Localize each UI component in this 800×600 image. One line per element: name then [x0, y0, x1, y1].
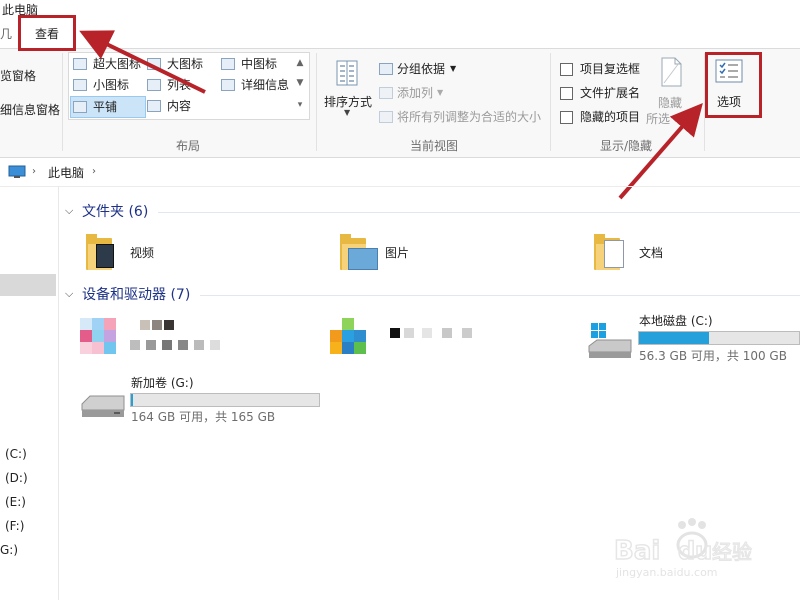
folders-section-header[interactable]: 文件夹 (6): [82, 205, 148, 219]
svg-text:du: du: [678, 537, 712, 565]
section-divider: [158, 212, 800, 213]
new-volume-g-space: 164 GB 可用，共 165 GB: [131, 410, 276, 424]
windows-drive-icon: [587, 322, 633, 360]
nav-drive-c[interactable]: (C:): [5, 448, 27, 460]
local-disk-c-usage-bar: [638, 331, 800, 345]
folder-documents[interactable]: 文档: [639, 247, 663, 259]
nav-selected-item[interactable]: [0, 274, 56, 296]
folder-videos[interactable]: 视频: [130, 247, 154, 259]
obscured-drive-item[interactable]: [80, 318, 230, 358]
collapse-devices-icon[interactable]: ⌵: [65, 288, 73, 299]
devices-section-header[interactable]: 设备和驱动器 (7): [82, 288, 190, 302]
usage-fill: [639, 332, 709, 344]
nav-drive-e[interactable]: (E:): [5, 496, 26, 508]
nav-drive-f[interactable]: (F:): [5, 520, 24, 532]
nav-drive-d[interactable]: (D:): [5, 472, 28, 484]
breadcrumb-chevron-icon: ›: [32, 166, 36, 177]
computer-icon: [8, 165, 26, 179]
svg-text:经验: 经验: [712, 540, 752, 564]
new-volume-g-usage-bar: [130, 393, 320, 407]
navigation-pane: (C:) (D:) (E:) (F:) G:): [0, 186, 59, 600]
address-bar[interactable]: › 此电脑 ›: [0, 160, 800, 187]
watermark-url: jingyan.baidu.com: [616, 566, 718, 579]
nav-drive-g[interactable]: G:): [0, 544, 18, 556]
local-disk-c-space: 56.3 GB 可用，共 100 GB: [639, 349, 787, 363]
breadcrumb-chevron-icon[interactable]: ›: [92, 167, 96, 177]
collapse-folders-icon[interactable]: ⌵: [65, 205, 73, 216]
svg-text:Bai: Bai: [614, 536, 660, 566]
section-divider: [200, 295, 800, 296]
usage-fill: [131, 394, 133, 406]
drive-icon: [80, 392, 126, 420]
folder-pictures[interactable]: 图片: [385, 247, 409, 259]
new-volume-g-name[interactable]: 新加卷 (G:): [131, 377, 194, 389]
pictures-folder-icon: [340, 234, 378, 270]
breadcrumb-this-pc[interactable]: 此电脑: [48, 167, 84, 179]
videos-folder-icon: [86, 234, 114, 270]
baidu-watermark: Bai du 经验 jingyan.baidu.com: [612, 515, 762, 585]
local-disk-c-name[interactable]: 本地磁盘 (C:): [639, 315, 713, 327]
obscured-drive-item[interactable]: [330, 318, 490, 360]
documents-folder-icon: [594, 234, 624, 270]
